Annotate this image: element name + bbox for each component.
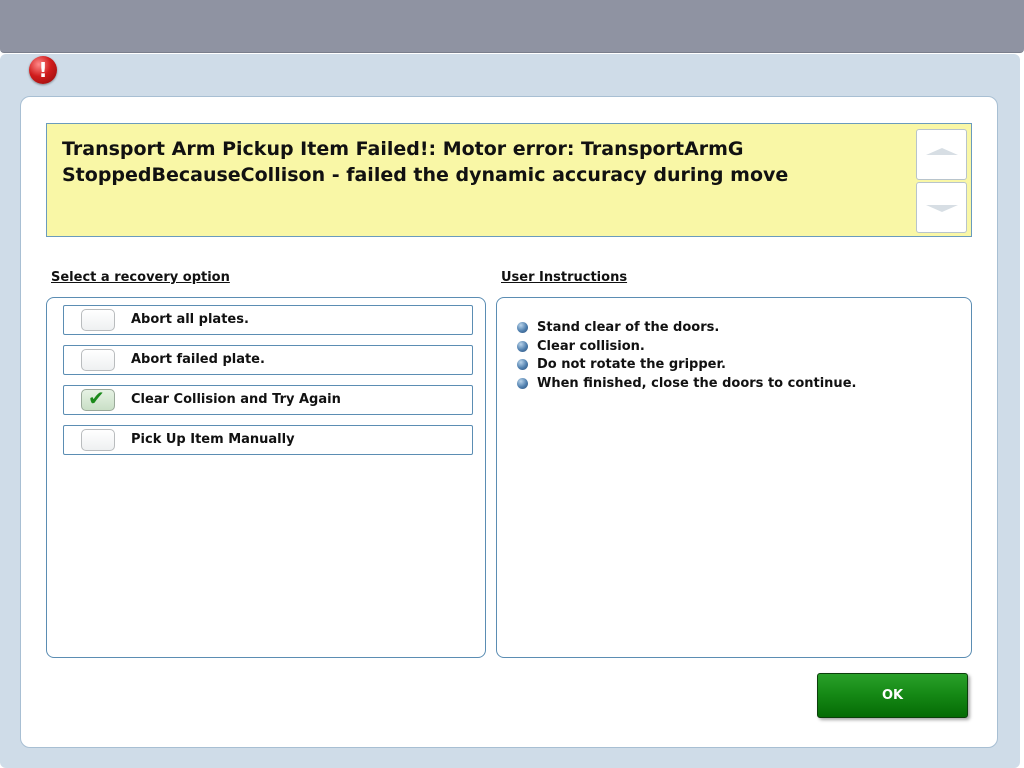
checkbox[interactable]	[81, 349, 115, 371]
bullet-icon	[517, 359, 528, 371]
recovery-option-pick-up-manually[interactable]: Pick Up Item Manually	[63, 425, 473, 455]
window-title-bar	[0, 0, 1024, 53]
bullet-icon	[517, 340, 528, 352]
checkmark-icon: ✔	[88, 386, 105, 410]
bullet-icon	[517, 322, 528, 333]
scroll-down-button[interactable]	[916, 182, 967, 233]
user-instructions-label: User Instructions	[501, 270, 628, 285]
recovery-options-label: Select a recovery option	[51, 270, 230, 285]
scroll-up-button[interactable]	[916, 129, 967, 180]
recovery-option-abort-failed[interactable]: Abort failed plate.	[63, 345, 473, 375]
checkbox[interactable]	[81, 309, 115, 331]
error-message-box: Transport Arm Pickup Item Failed!: Motor…	[46, 123, 972, 237]
recovery-option-clear-collision[interactable]: ✔ Clear Collision and Try Again	[63, 385, 473, 415]
user-instructions-panel: Stand clear of the doors. Clear collisio…	[496, 297, 972, 658]
checkbox[interactable]	[81, 429, 115, 451]
instruction-text: Clear collision.	[537, 338, 645, 354]
arrow-up-icon	[926, 148, 958, 155]
error-message-text: Transport Arm Pickup Item Failed!: Motor…	[62, 138, 789, 186]
recovery-options-panel: Abort all plates. Abort failed plate. ✔ …	[46, 297, 486, 658]
error-icon-glyph: !	[38, 58, 48, 82]
instruction-text: Do not rotate the gripper.	[537, 357, 726, 373]
recovery-option-label: Abort failed plate.	[131, 352, 265, 367]
recovery-option-abort-all[interactable]: Abort all plates.	[63, 305, 473, 335]
instruction-text: When finished, close the doors to contin…	[537, 376, 857, 392]
ok-button[interactable]: OK	[817, 673, 968, 718]
recovery-option-label: Abort all plates.	[131, 312, 249, 327]
error-icon: !	[29, 56, 57, 84]
recovery-option-label: Pick Up Item Manually	[131, 432, 295, 447]
bullet-icon	[517, 378, 528, 390]
checkbox-checked[interactable]: ✔	[81, 386, 115, 411]
arrow-down-icon	[926, 205, 958, 212]
instruction-text: Stand clear of the doors.	[537, 320, 720, 335]
recovery-option-label: Clear Collision and Try Again	[131, 392, 341, 407]
